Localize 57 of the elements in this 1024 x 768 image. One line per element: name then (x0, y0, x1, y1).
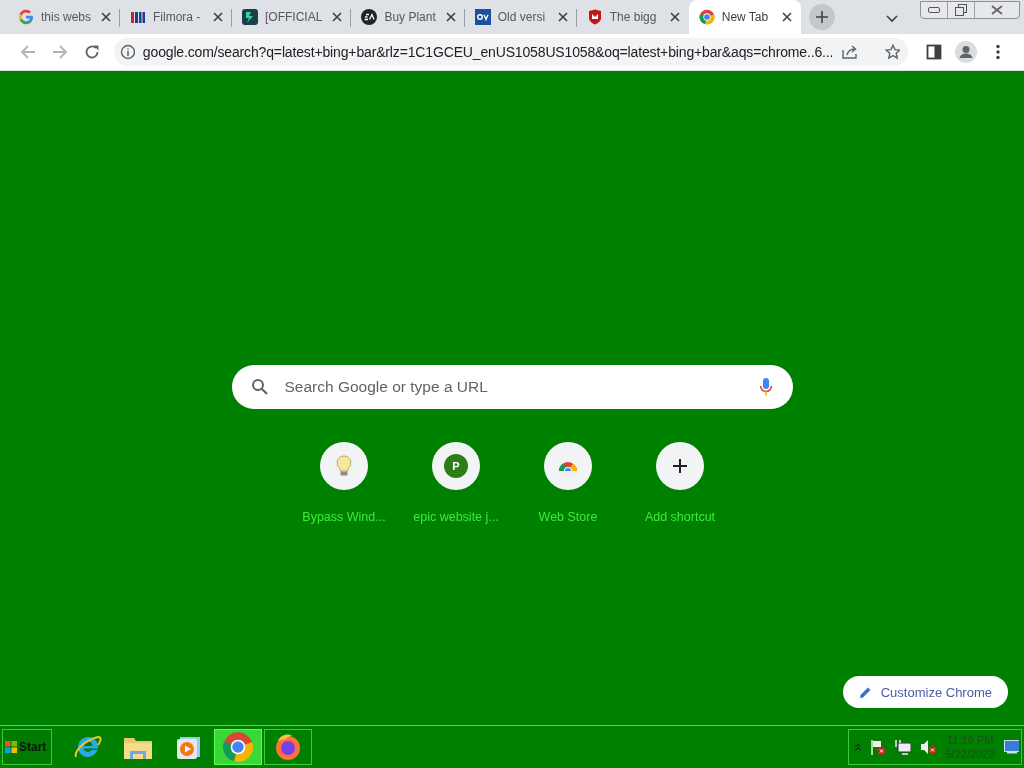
browser-tab[interactable]: The bigg (576, 0, 689, 34)
profile-icon[interactable] (955, 41, 977, 63)
bars-icon (130, 9, 147, 25)
chevron-up-icon[interactable] (855, 743, 861, 751)
window-controls[interactable] (920, 1, 1020, 19)
shortcut-tile[interactable] (544, 442, 592, 490)
speaker-icon[interactable] (920, 739, 937, 755)
google-icon (18, 9, 34, 25)
desktop-icon[interactable] (1003, 740, 1019, 754)
browser-tab[interactable]: [OFFICIAL (232, 0, 352, 34)
back-arrow-icon (20, 44, 36, 60)
chevron-down-icon[interactable] (886, 15, 898, 23)
search-box[interactable]: Search Google or type a URL (231, 365, 793, 409)
shield-icon (586, 9, 603, 25)
flag-icon[interactable] (869, 739, 886, 755)
shortcut-tile[interactable] (320, 442, 368, 490)
customize-button[interactable]: Customize Chrome (842, 676, 1008, 708)
letter-icon: P (444, 454, 468, 478)
new-tab-button[interactable] (808, 4, 835, 30)
lightning-icon (242, 9, 259, 25)
shortcut-label[interactable]: Add shortcut (644, 510, 716, 524)
plus-icon (672, 458, 688, 474)
more-icon[interactable] (996, 44, 1000, 60)
minimize-icon (928, 7, 940, 13)
shortcut-label[interactable]: Web Store (538, 510, 598, 524)
ea-icon (361, 9, 378, 25)
plus-icon (815, 11, 828, 23)
url-text: google.com/search?q=latest+bing+bar&rlz=1C1GCEU_enUS1058US1058&oq=latest+bing+bar&aqs=chrome..6... (142, 44, 834, 60)
windows-logo-icon (5, 741, 17, 753)
pencil-icon (858, 685, 872, 699)
share-icon[interactable] (841, 44, 858, 60)
side-panel-icon[interactable] (926, 44, 942, 60)
network-icon[interactable] (894, 739, 912, 755)
restore-icon (955, 4, 967, 16)
ov-icon (474, 9, 491, 25)
taskbar-app-button[interactable] (264, 729, 312, 765)
shortcut-label[interactable]: epic website j... (413, 510, 499, 524)
chrome-icon (698, 9, 715, 25)
shortcut-label[interactable]: Bypass Wind... (302, 510, 386, 524)
browser-tab[interactable]: this webs (8, 0, 121, 34)
search-icon (250, 378, 269, 396)
address-bar[interactable]: google.com/search?q=latest+bing+bar&rlz=1C1GCEU_enUS1058US1058&oq=latest+bing+bar&aqs=chrome..6... (114, 38, 908, 66)
chrome-icon (222, 731, 254, 763)
search-input[interactable]: Search Google or type a URL (282, 377, 745, 397)
shortcut-tile[interactable]: P (432, 442, 480, 490)
info-icon[interactable] (120, 44, 135, 60)
star-icon[interactable] (885, 44, 900, 60)
browser-tab[interactable]: Filmora - (120, 0, 233, 34)
forward-arrow-icon (52, 44, 68, 60)
browser-tab[interactable]: Old versi (464, 0, 577, 34)
browser-tab[interactable]: Buy Plant (351, 0, 465, 34)
browser-tab[interactable]: New Tab (688, 0, 801, 34)
shortcut-tile[interactable] (656, 442, 704, 490)
microphone-icon[interactable] (758, 377, 773, 397)
close-icon (991, 5, 1003, 15)
reload-icon (84, 44, 100, 60)
start-button[interactable]: Start (2, 729, 52, 765)
